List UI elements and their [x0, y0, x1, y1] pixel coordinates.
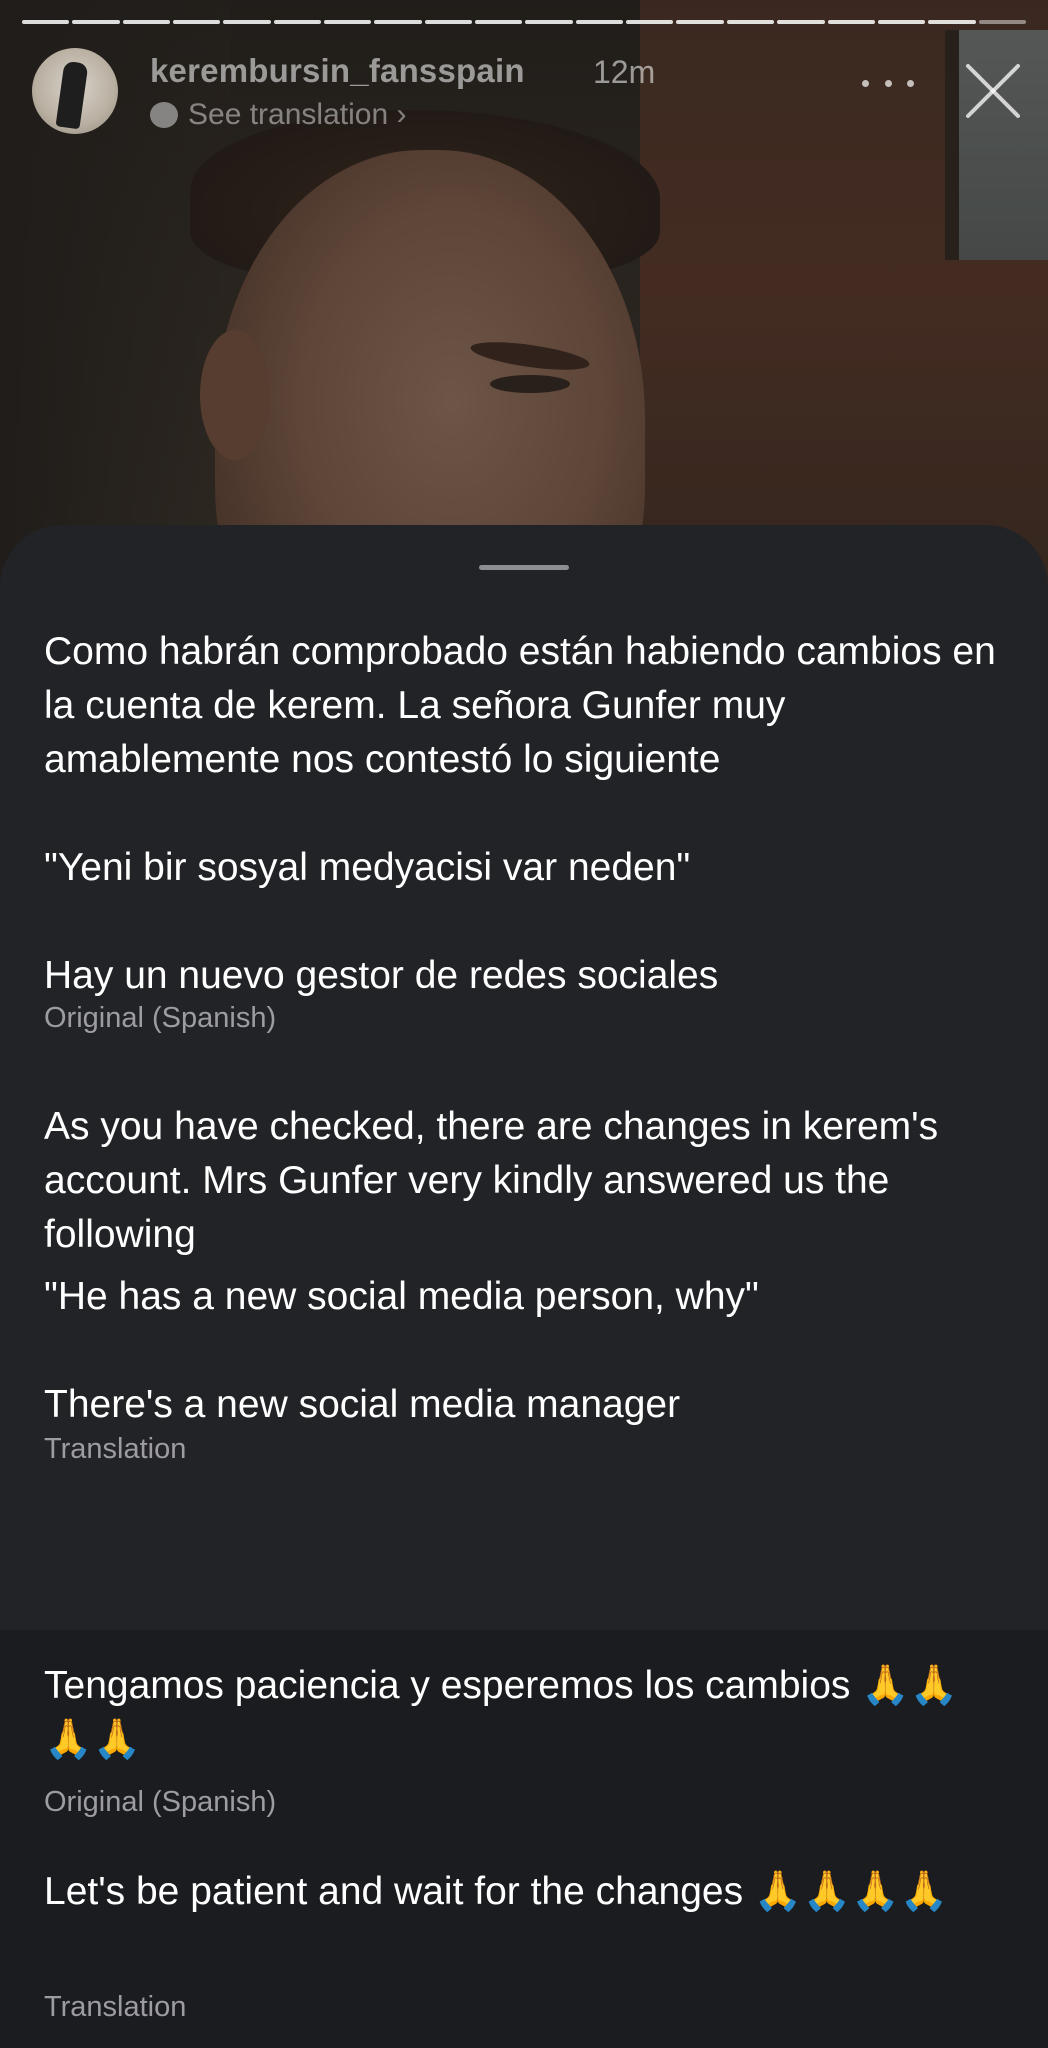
see-translation-link[interactable]: See translation ›: [150, 98, 406, 132]
original-text-paragraph-2: "Yeni bir sosyal medyacisi var neden": [44, 846, 691, 889]
translation-text-paragraph-1: As you have checked, there are changes i…: [44, 1105, 939, 1256]
translation-text-paragraph-3: There's a new social media manager: [44, 1383, 681, 1426]
progress-segment: [676, 20, 724, 24]
translation-text-paragraph-2: "He has a new social media person, why": [44, 1275, 759, 1318]
progress-segment: [72, 20, 120, 24]
see-translation-label: See translation ›: [188, 98, 407, 131]
progress-segment: [475, 20, 523, 24]
translation-sheet[interactable]: Como habrán comprobado están habiendo ca…: [0, 525, 1048, 2048]
progress-segment: [173, 20, 221, 24]
original-text-paragraph-4: Tengamos paciencia y esperemos los cambi…: [44, 1664, 959, 1761]
original-language-label-2: Original (Spanish): [44, 1786, 277, 1818]
progress-segment: [877, 20, 926, 24]
progress-segment: [626, 20, 674, 24]
translation-label: Translation: [44, 1433, 187, 1465]
progress-segment: [726, 20, 775, 24]
translation-text-paragraph-4: Let's be patient and wait for the change…: [44, 1870, 949, 1913]
translate-bubble-icon: [150, 102, 178, 128]
progress-segment: [22, 20, 70, 24]
progress-segment: [928, 20, 976, 24]
translation-label-2: Translation: [44, 1991, 187, 2023]
story-progress-bar: [22, 20, 1026, 26]
progress-segment: [525, 20, 573, 24]
progress-segment: [374, 20, 422, 24]
original-language-label: Original (Spanish): [44, 1002, 277, 1034]
username[interactable]: kerembursin_fansspain: [150, 52, 525, 90]
progress-segment: [273, 20, 322, 24]
post-time: 12m: [593, 54, 656, 90]
progress-segment: [575, 20, 624, 24]
close-icon[interactable]: [964, 62, 1022, 120]
sheet-grabber[interactable]: [479, 565, 569, 570]
progress-segment: [777, 20, 825, 24]
original-text-paragraph-3: Hay un nuevo gestor de redes sociales: [44, 954, 719, 997]
progress-segment: [324, 20, 372, 24]
progress-segment: [424, 20, 473, 24]
more-icon[interactable]: [862, 70, 914, 96]
avatar[interactable]: [32, 48, 118, 134]
progress-segment: [978, 20, 1026, 24]
progress-segment: [827, 20, 875, 24]
progress-segment: [223, 20, 271, 24]
progress-segment: [122, 20, 171, 24]
original-text-paragraph-1: Como habrán comprobado están habiendo ca…: [44, 630, 996, 781]
